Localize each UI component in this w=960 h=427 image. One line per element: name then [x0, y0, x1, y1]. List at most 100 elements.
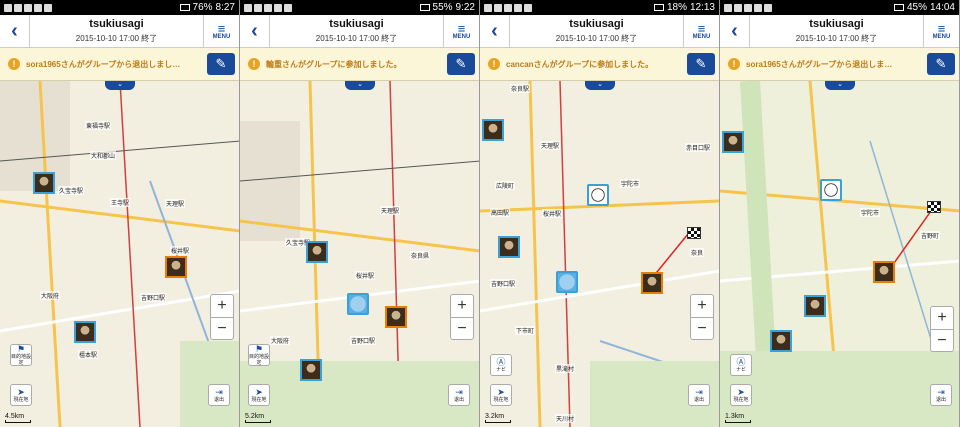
chevron-left-icon: ‹ [731, 19, 738, 42]
battery-level: 76% [192, 2, 213, 13]
notice-bar[interactable]: ! 輪重さんがグループに参加しました。 ✎ [240, 48, 479, 81]
zoom-out-button[interactable]: − [211, 317, 233, 339]
hamburger-icon: ≡ [937, 20, 946, 36]
current-location-button[interactable]: ➤ 現在地 [248, 384, 270, 406]
member-marker[interactable] [722, 131, 744, 153]
navi-icon: Ⓐ [736, 356, 746, 367]
pencil-icon: ✎ [695, 56, 707, 71]
app-header: ‹ tsukiusagi 2015-10-10 17:00 終了 ≡ MENU [720, 15, 959, 48]
map-label: 大阪府 [270, 336, 291, 345]
back-button[interactable]: ‹ [0, 15, 30, 47]
zoom-control: + − [930, 306, 954, 352]
zoom-control: + − [690, 294, 714, 340]
chevron-left-icon: ‹ [11, 19, 18, 42]
map-label: 奈良 [690, 248, 705, 257]
map-view[interactable]: ⌄ 宇陀市 吉野町 + − Ⓐ ナビ ➤ 現在地 ⇥ 退出 1.3km [720, 81, 959, 427]
member-marker[interactable] [556, 271, 578, 293]
current-location-button[interactable]: ➤ 現在地 [730, 384, 752, 406]
member-marker[interactable] [165, 256, 187, 278]
zoom-in-button[interactable]: + [691, 295, 713, 317]
menu-button[interactable]: ≡ MENU [923, 15, 959, 47]
app-panel: 18% 12:13 ‹ tsukiusagi 2015-10-10 17:00 終了… [480, 0, 720, 427]
map-label: 大和郡山 [90, 151, 117, 160]
navi-button[interactable]: Ⓐ ナビ [490, 354, 512, 376]
edit-button[interactable]: ✎ [687, 53, 715, 75]
member-marker[interactable] [804, 295, 826, 317]
edit-button[interactable]: ✎ [207, 53, 235, 75]
map-background [0, 81, 239, 427]
member-marker[interactable] [482, 119, 504, 141]
map-label: 大阪府 [40, 291, 61, 300]
exit-button[interactable]: ⇥ 退出 [930, 384, 952, 406]
destination-flag-icon[interactable] [687, 227, 701, 239]
hamburger-icon: ≡ [457, 20, 466, 36]
member-marker[interactable] [347, 293, 369, 315]
member-marker[interactable] [33, 172, 55, 194]
zoom-out-button[interactable]: − [451, 317, 473, 339]
back-button[interactable]: ‹ [720, 15, 750, 47]
collapse-notice-tab[interactable]: ⌄ [825, 81, 855, 90]
set-destination-button[interactable]: ⚑ 目的地設定 [248, 344, 270, 366]
exit-icon: ⇥ [455, 386, 463, 397]
exit-button[interactable]: ⇥ 退出 [688, 384, 710, 406]
exit-button[interactable]: ⇥ 退出 [448, 384, 470, 406]
map-label: 広陵町 [495, 181, 516, 190]
destination-flag-icon[interactable] [927, 201, 941, 213]
battery-level: 55% [432, 2, 453, 13]
map-view[interactable]: ⌄ 大阪府 久宝寺駅 王寺駅 天理駅 桜井駅 吉野口駅 橿本駅 東福寺駅 大和郡… [0, 81, 239, 427]
member-marker[interactable] [641, 272, 663, 294]
zoom-in-button[interactable]: + [931, 307, 953, 329]
zoom-in-button[interactable]: + [451, 295, 473, 317]
set-destination-button[interactable]: ⚑ 目的地設定 [10, 344, 32, 366]
member-marker[interactable] [770, 330, 792, 352]
member-marker[interactable] [74, 321, 96, 343]
menu-button[interactable]: ≡ MENU [443, 15, 479, 47]
notification-icons [484, 3, 532, 12]
battery-level: 18% [666, 2, 687, 13]
map-label: 奈良県 [410, 251, 431, 260]
member-marker[interactable] [385, 306, 407, 328]
edit-button[interactable]: ✎ [447, 53, 475, 75]
collapse-notice-tab[interactable]: ⌄ [585, 81, 615, 90]
map-label: 桜井駅 [542, 209, 563, 218]
map-view[interactable]: ⌄ 大阪府 久宝寺駅 天理駅 桜井駅 奈良県 吉野口駅 + − ⚑ 目的地設定 ➤ 現… [240, 81, 479, 427]
notification-icons [4, 3, 52, 12]
status-time: 8:27 [215, 2, 235, 13]
current-location-button[interactable]: ➤ 現在地 [490, 384, 512, 406]
current-location-button[interactable]: ➤ 現在地 [10, 384, 32, 406]
edit-button[interactable]: ✎ [927, 53, 955, 75]
menu-button[interactable]: ≡ MENU [683, 15, 719, 47]
zoom-control: + − [450, 294, 474, 340]
notice-bar[interactable]: ! sora1965さんがグループから退出しまし… ✎ [0, 48, 239, 81]
menu-button[interactable]: ≡ MENU [203, 15, 239, 47]
map-view[interactable]: ⌄ 奈良駅 天理駅 広陵町 高田駅 桜井駅 吉野口駅 宇陀市 赤目口駅 奈良 黒… [480, 81, 719, 427]
group-title: tsukiusagi [329, 18, 384, 30]
zoom-out-button[interactable]: − [931, 329, 953, 351]
member-marker[interactable] [820, 179, 842, 201]
zoom-control: + − [210, 294, 234, 340]
collapse-notice-tab[interactable]: ⌄ [345, 81, 375, 90]
member-marker[interactable] [306, 241, 328, 263]
map-background [240, 81, 479, 427]
flag-icon: ⚑ [16, 343, 26, 354]
collapse-notice-tab[interactable]: ⌄ [105, 81, 135, 90]
notice-bar[interactable]: ! cancanさんがグループに参加しました。 ✎ [480, 48, 719, 81]
exit-button[interactable]: ⇥ 退出 [208, 384, 230, 406]
navi-button[interactable]: Ⓐ ナビ [730, 354, 752, 376]
group-end-time: 2015-10-10 17:00 終了 [315, 34, 398, 43]
member-marker[interactable] [300, 359, 322, 381]
notice-bar[interactable]: ! sora1965さんがグループから退出しま… ✎ [720, 48, 959, 81]
map-label: 吉野口駅 [140, 293, 167, 302]
member-marker[interactable] [873, 261, 895, 283]
hamburger-icon: ≡ [217, 20, 226, 36]
member-marker[interactable] [587, 184, 609, 206]
zoom-out-button[interactable]: − [691, 317, 713, 339]
map-label: 久宝寺駅 [58, 186, 85, 195]
back-button[interactable]: ‹ [240, 15, 270, 47]
back-button[interactable]: ‹ [480, 15, 510, 47]
group-title: tsukiusagi [89, 18, 144, 30]
location-arrow-icon: ➤ [17, 386, 25, 397]
member-marker[interactable] [498, 236, 520, 258]
zoom-in-button[interactable]: + [211, 295, 233, 317]
map-label: 宇陀市 [620, 179, 641, 188]
